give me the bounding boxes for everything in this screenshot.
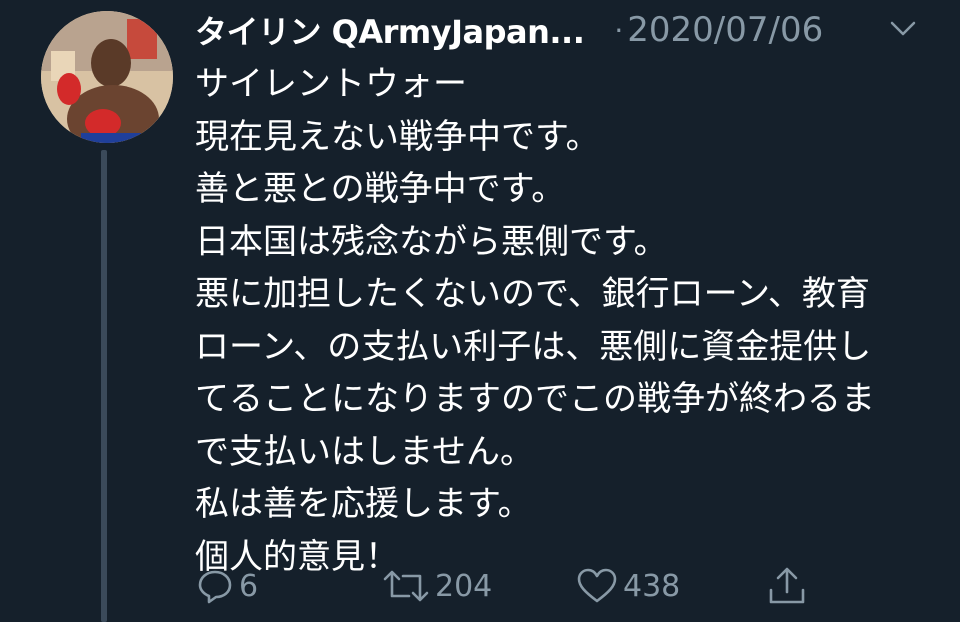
retweet-icon xyxy=(381,566,431,606)
tweet-line: 善と悪との戦争中です。 xyxy=(195,169,566,209)
avatar[interactable] xyxy=(41,11,173,143)
tweet-line: 現在見えない戦争中です。 xyxy=(195,116,600,157)
tweet-line: 悪に加担したくないので、銀行ローン、教育 xyxy=(195,274,870,314)
tweet-line: で支払いはしません。 xyxy=(195,431,534,472)
tweet-line: てることになりますのでこの戦争が終わるま xyxy=(195,379,875,419)
chevron-down-icon[interactable] xyxy=(886,11,920,45)
tweet-text: サイレントウォー 現在見えない戦争中です。 善と悪との戦争中です。 日本国は残念… xyxy=(195,58,935,583)
avatar-image xyxy=(41,11,173,143)
reply-icon xyxy=(195,566,235,606)
tweet-line: サイレントウォー xyxy=(195,64,467,104)
retweet-count: 204 xyxy=(435,568,493,604)
separator-dot: · xyxy=(614,13,624,47)
retweet-button[interactable]: 204 xyxy=(381,562,492,610)
tweet-line: 日本国は残念ながら悪側です。 xyxy=(195,221,668,262)
like-count: 438 xyxy=(623,568,681,604)
tweet-line: ローン、の支払い利子は、悪側に資金提供し xyxy=(195,326,872,367)
tweet-header: タイリン QArmyJapan... · 2020/07/06 xyxy=(195,7,920,53)
reply-button[interactable]: 6 xyxy=(195,562,258,610)
thread-connector xyxy=(101,150,107,622)
tweet-date[interactable]: 2020/07/06 xyxy=(627,10,823,50)
like-button[interactable]: 438 xyxy=(575,562,680,610)
reply-count: 6 xyxy=(239,568,259,604)
heart-icon xyxy=(575,566,619,606)
tweet-actions: 6 204 438 xyxy=(195,562,835,610)
tweet-line: 私は善を応援します。 xyxy=(195,484,532,524)
display-name[interactable]: タイリン QArmyJapan... xyxy=(195,7,585,53)
share-icon xyxy=(765,564,809,608)
share-button[interactable] xyxy=(765,562,809,610)
